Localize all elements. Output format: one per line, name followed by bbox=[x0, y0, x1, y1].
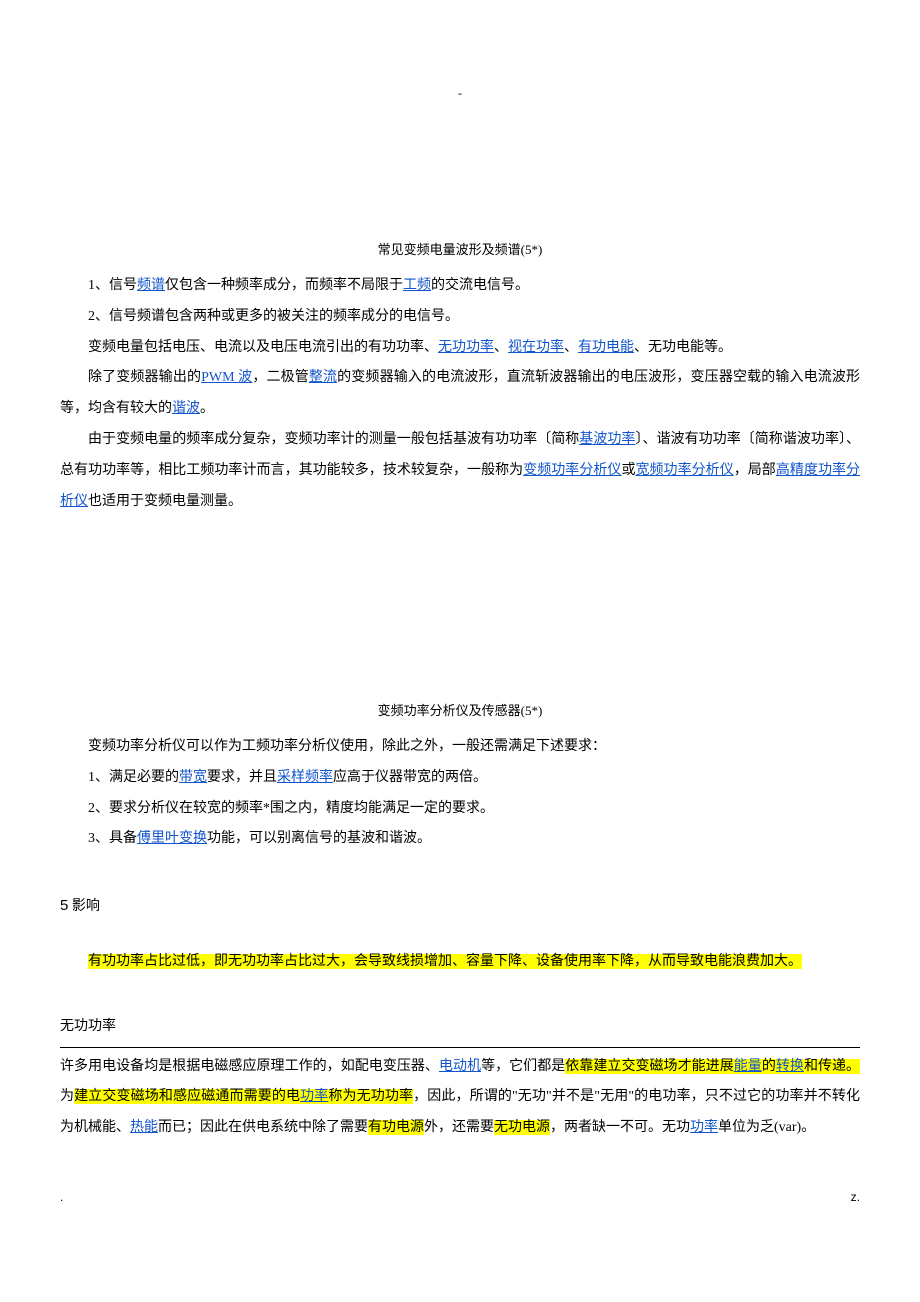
link-power2[interactable]: 功率 bbox=[690, 1120, 718, 1135]
link-wide-analyzer[interactable]: 宽频功率分析仪 bbox=[635, 463, 733, 478]
text: 要求，并且 bbox=[207, 770, 277, 785]
text: 依靠建立交变磁场才能进展 bbox=[565, 1059, 733, 1074]
reactive-para: 许多用电设备均是根据电磁感应原理工作的，如配电变压器、电动机等，它们都是依靠建立… bbox=[60, 1052, 860, 1144]
text: 的 bbox=[762, 1059, 776, 1074]
link-bandwidth[interactable]: 带宽 bbox=[179, 770, 207, 785]
text: ，两者缺一不可。无功 bbox=[550, 1120, 690, 1135]
text: ，局部 bbox=[734, 463, 776, 478]
highlight-text: 依靠建立交变磁场才能进展能量的转换和传递。 bbox=[565, 1059, 860, 1074]
link-reactive-power[interactable]: 无功功率 bbox=[438, 340, 494, 355]
text: 变频电量包括电压、电流以及电压电流引出的有功功率、 bbox=[88, 340, 438, 355]
text: 1、满足必要的 bbox=[88, 770, 179, 785]
reactive-heading: 无功功率 bbox=[60, 1012, 860, 1043]
section-title: 影响 bbox=[72, 899, 100, 914]
text: 为 bbox=[60, 1089, 74, 1104]
figure-1-caption: 常见变频电量波形及频谱(5*) bbox=[60, 236, 860, 265]
link-energy[interactable]: 能量 bbox=[734, 1059, 762, 1074]
text: 除了变频器输出的 bbox=[88, 370, 201, 385]
top-mark: - bbox=[60, 80, 860, 106]
text: ，二极管 bbox=[252, 370, 309, 385]
spacer bbox=[60, 517, 860, 697]
text: 1、信号 bbox=[88, 278, 137, 293]
text: 称为无功功率 bbox=[328, 1089, 413, 1104]
link-motor[interactable]: 电动机 bbox=[439, 1059, 481, 1074]
link-convert[interactable]: 转换 bbox=[776, 1059, 804, 1074]
text: 也适用于变频电量测量。 bbox=[88, 494, 242, 509]
divider bbox=[60, 1047, 860, 1048]
footer: . z. bbox=[60, 1184, 860, 1210]
footer-right: z. bbox=[851, 1184, 860, 1210]
highlight-text: 有功电源 bbox=[368, 1120, 424, 1135]
para-1: 1、信号频谱仅包含一种频率成分，而频率不局限于工频的交流电信号。 bbox=[60, 271, 860, 302]
link-power-freq[interactable]: 工频 bbox=[403, 278, 431, 293]
highlight-text: 无功电源 bbox=[494, 1120, 550, 1135]
text: 或 bbox=[621, 463, 635, 478]
text: 功能，可以别离信号的基波和谐波。 bbox=[207, 831, 431, 846]
text: 3、具备 bbox=[88, 831, 137, 846]
link-fundamental-power[interactable]: 基波功率 bbox=[579, 432, 635, 447]
link-power[interactable]: 功率 bbox=[300, 1089, 328, 1104]
link-vf-analyzer[interactable]: 变频功率分析仪 bbox=[523, 463, 621, 478]
text: 外，还需要 bbox=[424, 1120, 494, 1135]
section-number: 5 bbox=[60, 897, 68, 914]
text: 、无功电能等。 bbox=[634, 340, 732, 355]
link-rectify[interactable]: 整流 bbox=[309, 370, 337, 385]
text: 和传递。 bbox=[804, 1059, 860, 1074]
text: 仅包含一种频率成分，而频率不局限于 bbox=[165, 278, 403, 293]
section-5-heading: 5 影响 bbox=[60, 889, 860, 923]
text: 、 bbox=[494, 340, 508, 355]
highlight-text: 有功功率占比过低，即无功功率占比过大，会导致线损增加、容量下降、设备使用率下降，… bbox=[88, 954, 802, 969]
req-3: 3、具备傅里叶变换功能，可以别离信号的基波和谐波。 bbox=[60, 824, 860, 855]
para-4: 除了变频器输出的PWM 波，二极管整流的变频器输入的电流波形，直流斩波器输出的电… bbox=[60, 363, 860, 425]
para-5: 由于变频电量的频率成分复杂，变频功率计的测量一般包括基波有功功率〔简称基波功率〕… bbox=[60, 425, 860, 517]
link-heat[interactable]: 热能 bbox=[130, 1120, 158, 1135]
text: 许多用电设备均是根据电磁感应原理工作的，如配电变压器、 bbox=[60, 1059, 439, 1074]
text: 等，它们都是 bbox=[481, 1059, 565, 1074]
link-pwm[interactable]: PWM 波 bbox=[201, 370, 252, 385]
text: 的交流电信号。 bbox=[431, 278, 529, 293]
text: 。 bbox=[200, 401, 214, 416]
text: 、 bbox=[564, 340, 578, 355]
text: 单位为乏(var)。 bbox=[718, 1120, 815, 1135]
para-2: 2、信号频谱包含两种或更多的被关注的频率成分的电信号。 bbox=[60, 302, 860, 333]
link-fourier[interactable]: 傅里叶变换 bbox=[137, 831, 207, 846]
highlight-text: 建立交变磁场和感应磁通而需要的电功率称为无功功率 bbox=[74, 1089, 413, 1104]
link-spectrum[interactable]: 频谱 bbox=[137, 278, 165, 293]
link-sample-rate[interactable]: 采样频率 bbox=[277, 770, 333, 785]
link-harmonic[interactable]: 谐波 bbox=[172, 401, 200, 416]
para-3: 变频电量包括电压、电流以及电压电流引出的有功功率、无功功率、视在功率、有功电能、… bbox=[60, 333, 860, 364]
link-active-energy[interactable]: 有功电能 bbox=[578, 340, 634, 355]
req-2: 2、要求分析仪在较宽的频率*围之内，精度均能满足一定的要求。 bbox=[60, 794, 860, 825]
link-apparent-power[interactable]: 视在功率 bbox=[508, 340, 564, 355]
text: 应高于仪器带宽的两倍。 bbox=[333, 770, 487, 785]
footer-left: . bbox=[60, 1184, 63, 1210]
text: 由于变频电量的频率成分复杂，变频功率计的测量一般包括基波有功功率〔简称 bbox=[88, 432, 579, 447]
impact-para: 有功功率占比过低，即无功功率占比过大，会导致线损增加、容量下降、设备使用率下降，… bbox=[60, 947, 860, 978]
req-intro: 变频功率分析仪可以作为工频功率分析仪使用，除此之外，一般还需满足下述要求： bbox=[60, 732, 860, 763]
req-1: 1、满足必要的带宽要求，并且采样频率应高于仪器带宽的两倍。 bbox=[60, 763, 860, 794]
text: 而已；因此在供电系统中除了需要 bbox=[158, 1120, 368, 1135]
text: 建立交变磁场和感应磁通而需要的电 bbox=[74, 1089, 300, 1104]
figure-2-caption: 变频功率分析仪及传感器(5*) bbox=[60, 697, 860, 726]
